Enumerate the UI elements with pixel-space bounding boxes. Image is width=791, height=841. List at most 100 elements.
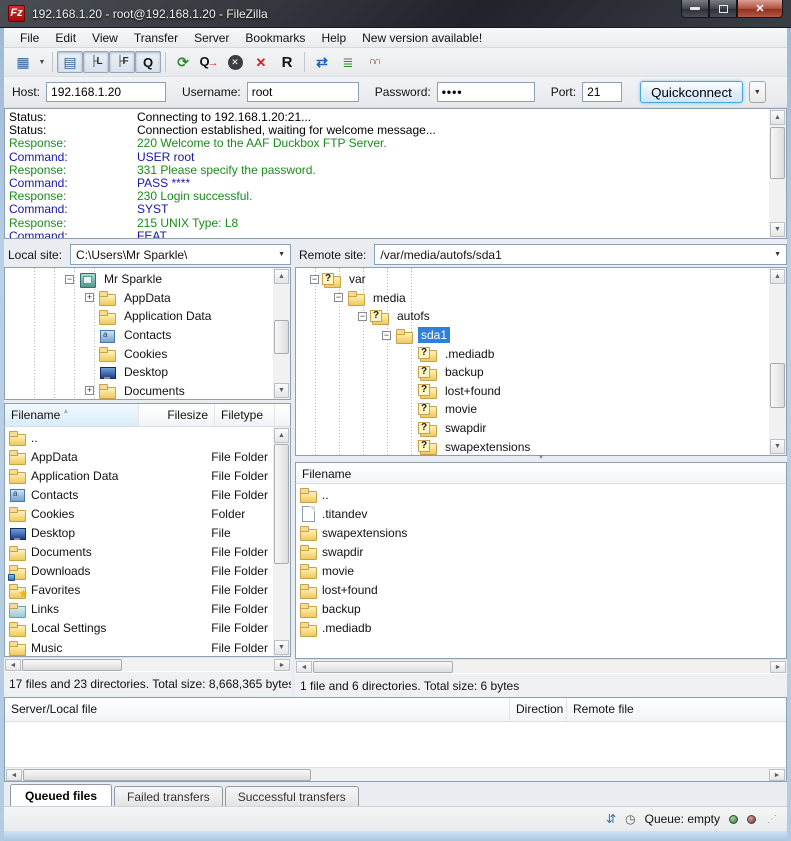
- tree-item-contacts[interactable]: Contacts: [5, 326, 273, 345]
- refresh-button[interactable]: ⟳: [170, 51, 196, 73]
- scroll-down-icon[interactable]: ▼: [770, 439, 785, 454]
- tree-item-var[interactable]: ?var: [296, 270, 769, 289]
- scrollbar-thumb[interactable]: [274, 444, 289, 564]
- file-row[interactable]: backup: [296, 600, 786, 619]
- file-row[interactable]: ..: [296, 485, 786, 504]
- expander-icon[interactable]: [65, 275, 74, 284]
- file-row[interactable]: DownloadsFile Folder: [5, 562, 273, 581]
- collapse-arrow-icon[interactable]: ▼: [538, 454, 545, 461]
- port-input[interactable]: [582, 82, 622, 102]
- scrollbar-thumb[interactable]: [770, 363, 785, 408]
- file-row[interactable]: swapextensions: [296, 523, 786, 542]
- file-row[interactable]: .titandev: [296, 504, 786, 523]
- resize-grip[interactable]: ⋰: [767, 814, 777, 825]
- scroll-up-icon[interactable]: ▲: [274, 428, 289, 443]
- tab-queued-files[interactable]: Queued files: [10, 784, 112, 806]
- menu-bookmarks[interactable]: Bookmarks: [237, 29, 313, 47]
- tree-item-desktop[interactable]: Desktop: [5, 363, 273, 382]
- speed-limit-icon[interactable]: ◷: [625, 812, 635, 826]
- menu-new-version[interactable]: New version available!: [354, 29, 490, 47]
- tree-item-autofs[interactable]: ?autofs: [296, 307, 769, 326]
- quickconnect-button[interactable]: Quickconnect: [640, 81, 743, 103]
- tree-item-sda1[interactable]: sda1: [296, 326, 769, 345]
- scrollbar-thumb[interactable]: [770, 127, 785, 179]
- column-header-remote-file[interactable]: Remote file: [567, 698, 786, 721]
- file-row[interactable]: DesktopFile: [5, 523, 273, 542]
- scroll-left-icon[interactable]: ◄: [5, 659, 21, 671]
- scrollbar-thumb[interactable]: [22, 659, 122, 671]
- scroll-left-icon[interactable]: ◄: [296, 661, 312, 673]
- column-header-filesize[interactable]: Filesize: [139, 404, 215, 426]
- file-row[interactable]: lost+found: [296, 580, 786, 599]
- column-header-filename[interactable]: Filename▲: [5, 404, 139, 426]
- file-row[interactable]: LinksFile Folder: [5, 600, 273, 619]
- tab-failed-transfers[interactable]: Failed transfers: [114, 786, 223, 806]
- file-row[interactable]: Local SettingsFile Folder: [5, 619, 273, 638]
- scroll-left-icon[interactable]: ◄: [6, 769, 22, 781]
- tree-item-cookies[interactable]: Cookies: [5, 344, 273, 363]
- transfer-type-icon[interactable]: ⇵: [606, 812, 616, 826]
- expander-icon[interactable]: [85, 386, 94, 395]
- remote-site-combobox[interactable]: /var/media/autofs/sda1 ▼: [374, 244, 787, 265]
- chevron-down-icon[interactable]: ▼: [774, 251, 781, 258]
- menu-transfer[interactable]: Transfer: [126, 29, 186, 47]
- tree-item-swapextensions[interactable]: ?swapextensions: [296, 437, 769, 455]
- scroll-right-icon[interactable]: ►: [274, 659, 290, 671]
- tree-item-swapdir[interactable]: ?swapdir: [296, 419, 769, 438]
- site-manager-button[interactable]: ▦: [10, 51, 36, 73]
- file-row[interactable]: AppDataFile Folder: [5, 447, 273, 466]
- cancel-button[interactable]: ✕: [222, 51, 248, 73]
- file-row[interactable]: ★FavoritesFile Folder: [5, 581, 273, 600]
- tree-item-lost-found[interactable]: ?lost+found: [296, 382, 769, 401]
- tree-item-documents[interactable]: Documents: [5, 382, 273, 399]
- quickconnect-dropdown[interactable]: ▼: [749, 81, 766, 103]
- column-header-server-local-file[interactable]: Server/Local file: [5, 698, 510, 721]
- tree-item-appdata[interactable]: AppData: [5, 289, 273, 308]
- tree-item-movie[interactable]: ?movie: [296, 400, 769, 419]
- scrollbar-thumb[interactable]: [23, 769, 311, 781]
- scroll-up-icon[interactable]: ▲: [770, 269, 785, 284]
- scroll-up-icon[interactable]: ▲: [770, 110, 785, 125]
- log-scrollbar[interactable]: ▲ ▼: [769, 109, 786, 238]
- password-input[interactable]: [437, 82, 535, 102]
- file-row[interactable]: swapdir: [296, 542, 786, 561]
- scrollbar-thumb[interactable]: [313, 661, 453, 673]
- file-row[interactable]: Application DataFile Folder: [5, 466, 273, 485]
- close-button[interactable]: ✕: [737, 0, 783, 18]
- menu-help[interactable]: Help: [313, 29, 354, 47]
- tree-item-mediadb[interactable]: ?.mediadb: [296, 344, 769, 363]
- expander-icon[interactable]: [334, 293, 343, 302]
- menu-file[interactable]: File: [12, 29, 47, 47]
- file-row[interactable]: DocumentsFile Folder: [5, 543, 273, 562]
- menu-edit[interactable]: Edit: [47, 29, 84, 47]
- site-manager-dropdown[interactable]: ▼: [36, 51, 48, 73]
- file-row[interactable]: ContactsFile Folder: [5, 485, 273, 504]
- local-hscrollbar[interactable]: ◄ ►: [4, 657, 291, 671]
- file-row[interactable]: MusicFile Folder: [5, 638, 273, 656]
- local-list-scrollbar[interactable]: ▲ ▼: [273, 427, 290, 656]
- synchronized-browsing-button[interactable]: ≣: [335, 51, 361, 73]
- column-header-filename[interactable]: Filename: [296, 463, 786, 483]
- compare-directories-button[interactable]: ⇄: [309, 51, 335, 73]
- scrollbar-thumb[interactable]: [274, 320, 289, 354]
- tree-item-mr-sparkle[interactable]: Mr Sparkle: [5, 270, 273, 289]
- tab-successful-transfers[interactable]: Successful transfers: [225, 786, 359, 806]
- file-row[interactable]: ..: [5, 428, 273, 447]
- expander-icon[interactable]: [310, 275, 319, 284]
- minimize-button[interactable]: [681, 0, 709, 18]
- chevron-down-icon[interactable]: ▼: [278, 251, 285, 258]
- remote-tree-scrollbar[interactable]: ▲ ▼: [769, 268, 786, 455]
- expander-icon[interactable]: [358, 312, 367, 321]
- remote-hscrollbar[interactable]: ◄ ►: [295, 659, 787, 673]
- menu-view[interactable]: View: [84, 29, 126, 47]
- file-row[interactable]: .mediadb: [296, 619, 786, 638]
- file-row[interactable]: CookiesFolder: [5, 504, 273, 523]
- toggle-queue-button[interactable]: Q: [135, 51, 161, 73]
- tree-item-backup[interactable]: ?backup: [296, 363, 769, 382]
- scroll-down-icon[interactable]: ▼: [274, 383, 289, 398]
- find-files-button[interactable]: ∩∩: [361, 51, 387, 73]
- local-site-combobox[interactable]: C:\Users\Mr Sparkle\ ▼: [70, 244, 291, 265]
- remote-pane-splitter[interactable]: ▼: [295, 456, 787, 462]
- scroll-right-icon[interactable]: ►: [769, 769, 785, 781]
- tree-item-media[interactable]: media: [296, 289, 769, 308]
